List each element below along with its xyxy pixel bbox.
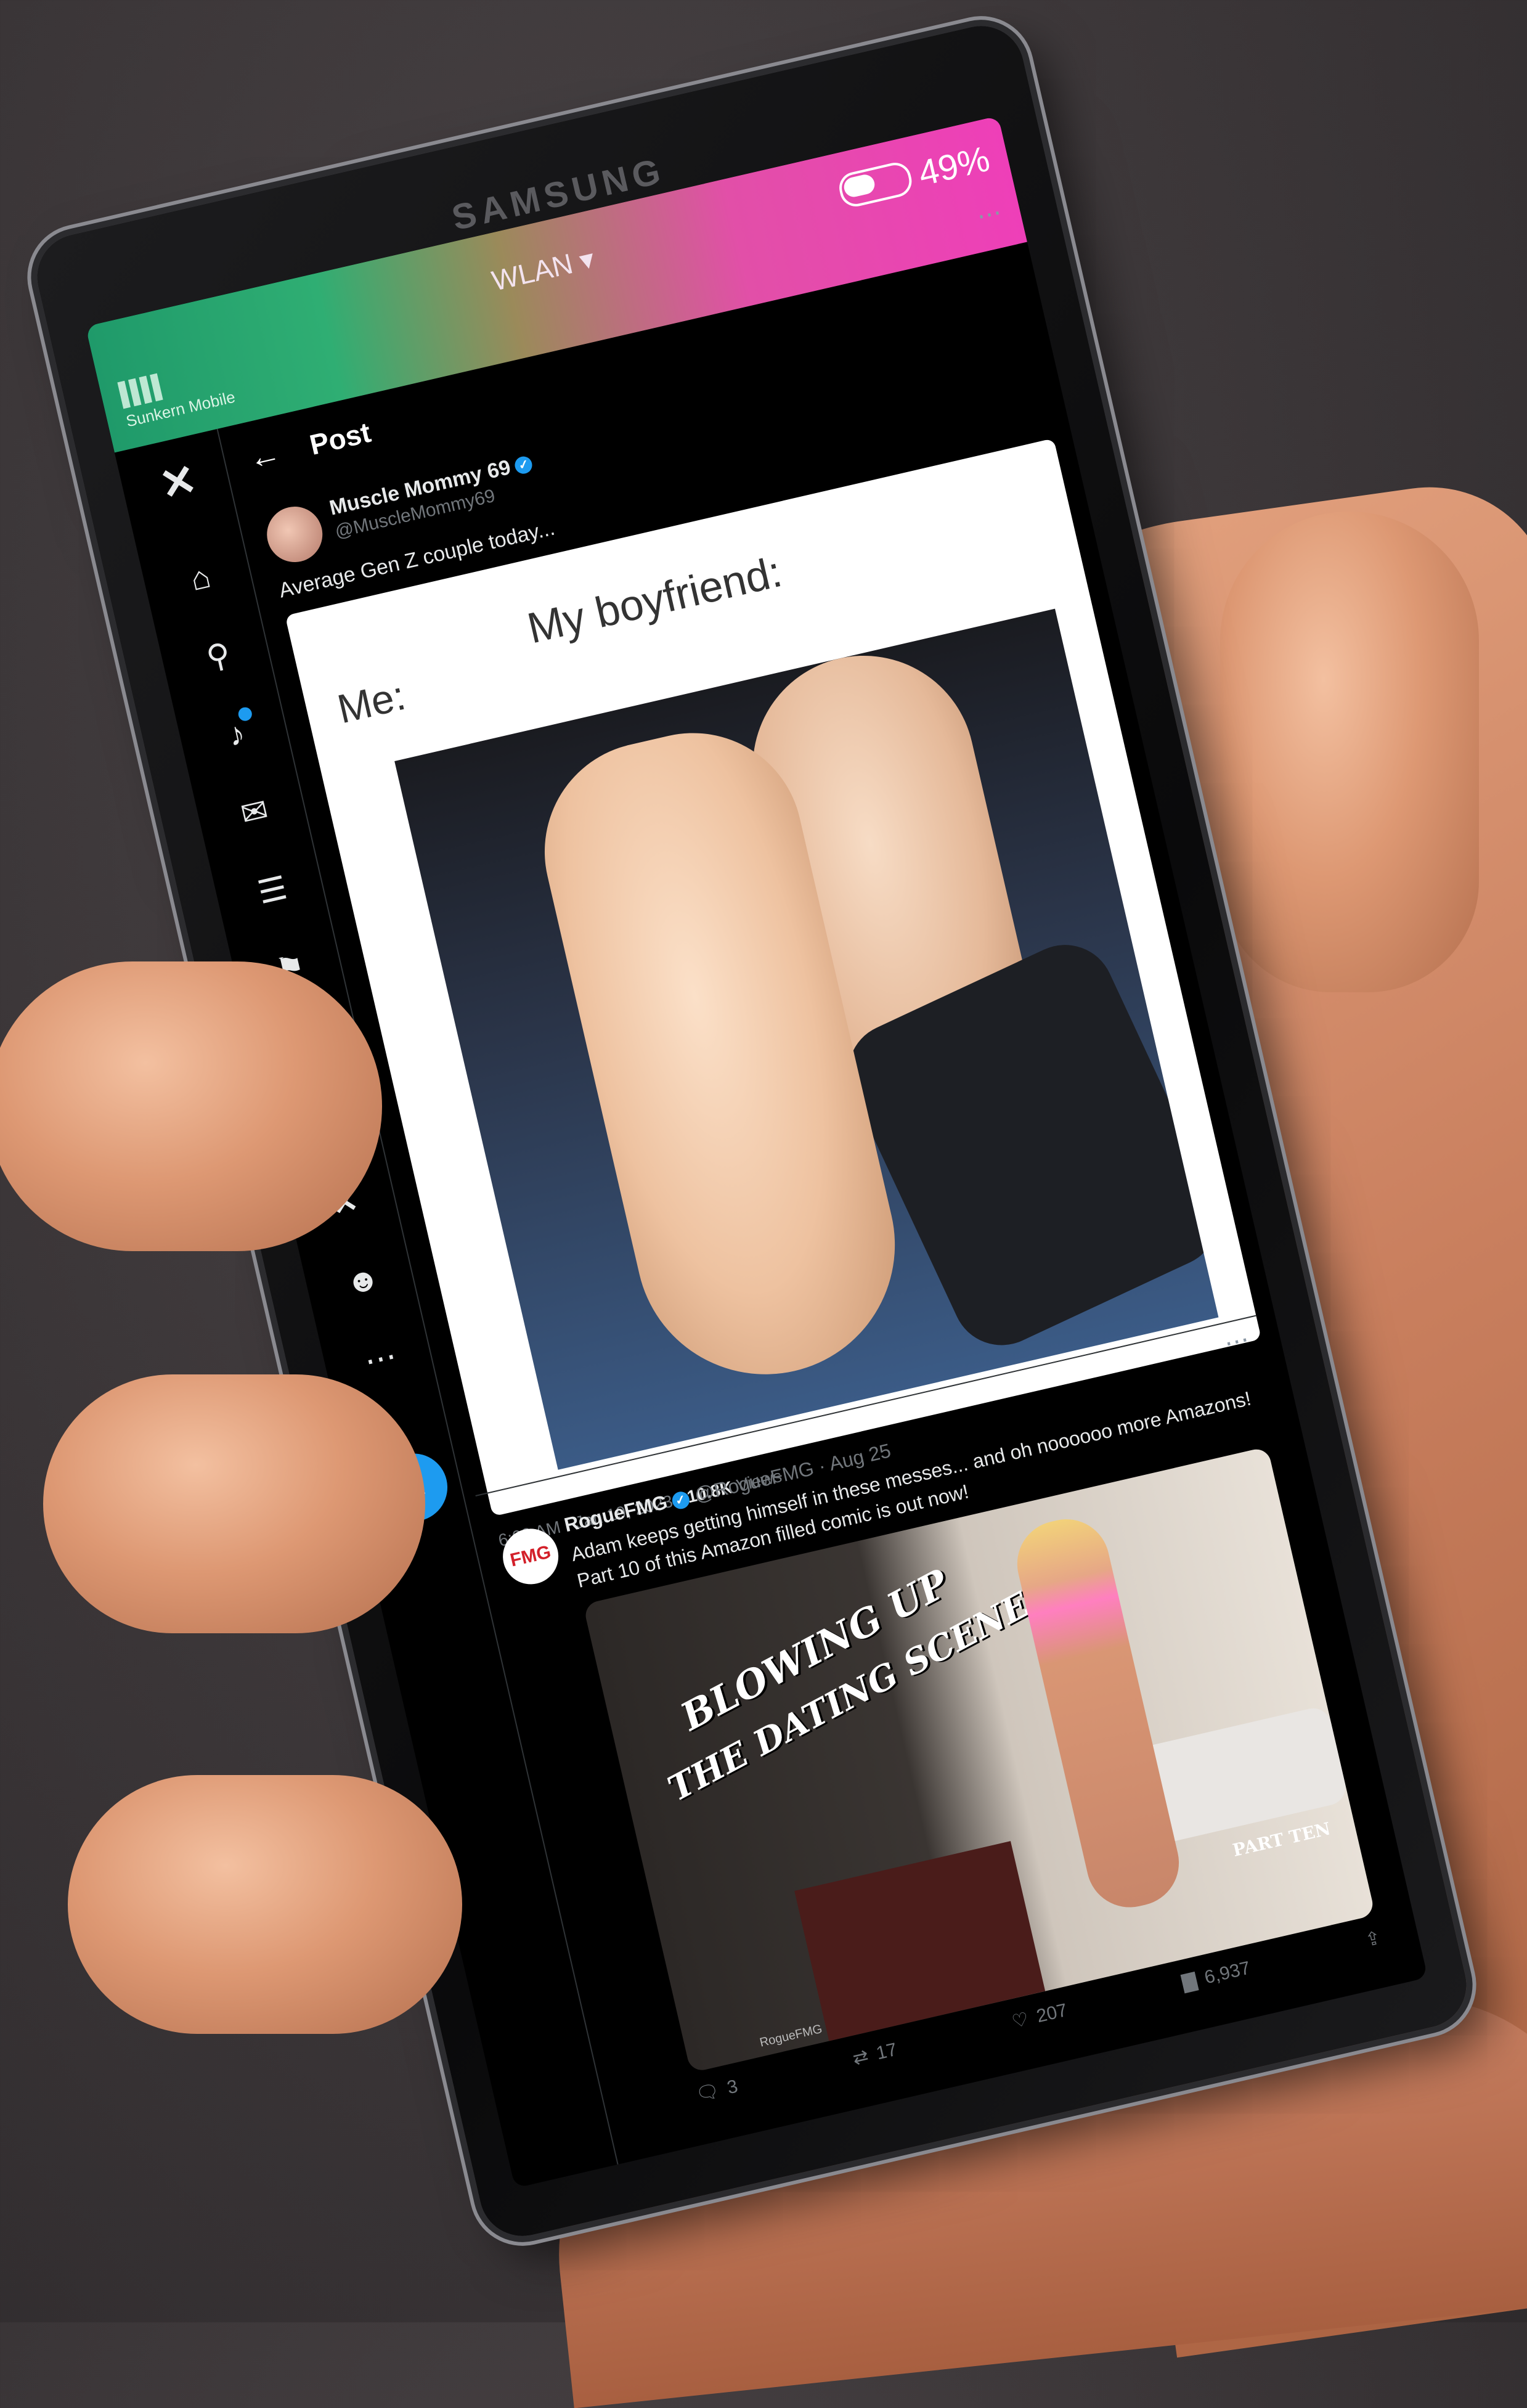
verified-badge-icon: ✓	[513, 454, 534, 476]
x-logo-icon[interactable]: ✕	[155, 455, 202, 510]
page-title: Post	[306, 415, 374, 462]
repost-icon: ⇄	[850, 2046, 871, 2070]
battery-icon	[836, 159, 915, 210]
share-button[interactable]: ⇪	[1363, 1927, 1383, 1951]
chart-icon: ▇	[1180, 1970, 1199, 1993]
like-button[interactable]: ♡ 207	[1010, 1999, 1070, 2033]
wifi-label: WLAN ▾	[489, 242, 598, 297]
verified-badge-icon: ✓	[670, 1490, 691, 1511]
signal-icon	[117, 373, 163, 409]
thumb	[1220, 512, 1479, 992]
share-icon: ⇪	[1363, 1927, 1383, 1951]
meme-right-caption: My boyfriend:	[523, 547, 786, 653]
home-icon[interactable]: ⌂	[178, 556, 222, 600]
person-icon[interactable]: ☻	[341, 1259, 385, 1303]
reply-icon: 🗨	[694, 2080, 722, 2105]
back-arrow-icon[interactable]: ←	[245, 435, 285, 478]
repost-button[interactable]: ⇄ 17	[850, 2039, 899, 2070]
wifi-icon: ▾	[576, 242, 598, 277]
comic-credit: RogueFMG	[758, 2022, 824, 2050]
more-circle-icon[interactable]: ⋯	[359, 1337, 403, 1381]
comic-desk	[794, 1841, 1046, 2041]
battery-indicator: 49%	[836, 138, 994, 213]
meme-photo	[394, 608, 1219, 1470]
comic-part-label: PART TEN	[1231, 1818, 1333, 1861]
finger	[43, 1374, 425, 1633]
finger	[0, 961, 382, 1251]
views-button[interactable]: ▇ 6,937	[1180, 1957, 1252, 1993]
reply-button[interactable]: 🗨 3	[694, 2075, 740, 2106]
finger	[68, 1775, 462, 2034]
meme-left-caption: Me:	[333, 672, 410, 732]
battery-percent: 49%	[914, 138, 994, 194]
mail-icon[interactable]: ✉	[232, 790, 277, 835]
avatar[interactable]	[261, 501, 328, 568]
list-icon[interactable]: ☰	[250, 868, 295, 913]
bell-icon[interactable]: ♪	[214, 712, 259, 757]
heart-icon: ♡	[1010, 2009, 1031, 2033]
comic-figure	[1008, 1511, 1187, 1916]
search-icon[interactable]: ⚲	[197, 634, 241, 679]
